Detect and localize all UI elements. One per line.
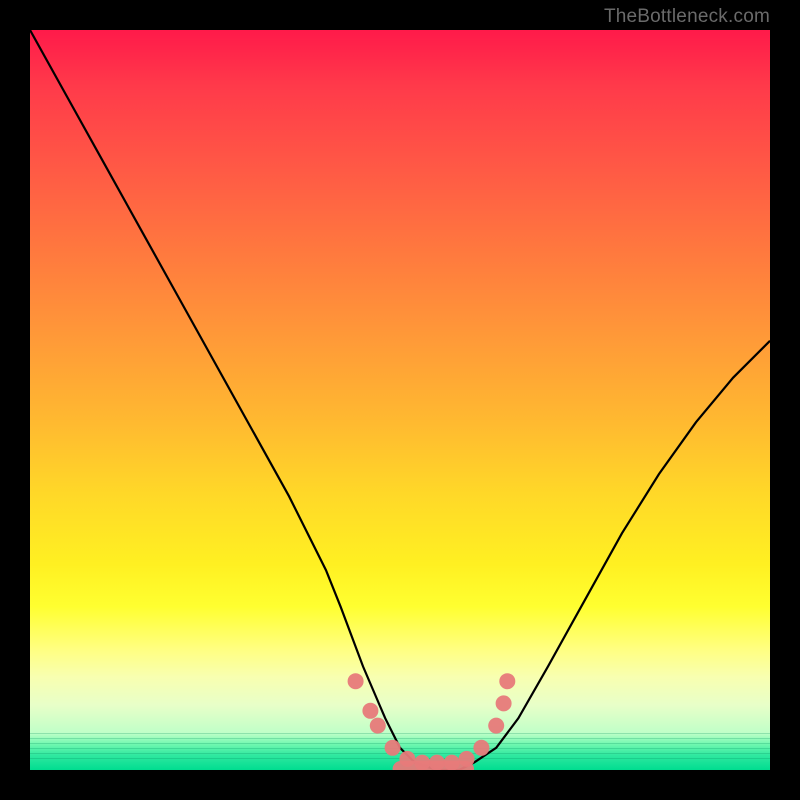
marker-dot xyxy=(444,755,460,770)
marker-dot xyxy=(385,740,401,756)
watermark-label: TheBottleneck.com xyxy=(604,6,770,28)
marker-dot xyxy=(473,740,489,756)
marker-dot xyxy=(459,751,475,767)
marker-dot xyxy=(496,695,512,711)
marker-dot xyxy=(488,718,504,734)
marker-dot xyxy=(370,718,386,734)
marker-dot xyxy=(348,673,364,689)
marker-dot xyxy=(399,751,415,767)
bottleneck-curve xyxy=(30,30,770,770)
curve-layer xyxy=(30,30,770,770)
marker-dot xyxy=(414,755,430,770)
chart-frame: TheBottleneck.com xyxy=(0,0,800,800)
plot-area xyxy=(30,30,770,770)
marker-dot xyxy=(429,755,445,770)
marker-dot xyxy=(499,673,515,689)
marker-dot xyxy=(362,703,378,719)
